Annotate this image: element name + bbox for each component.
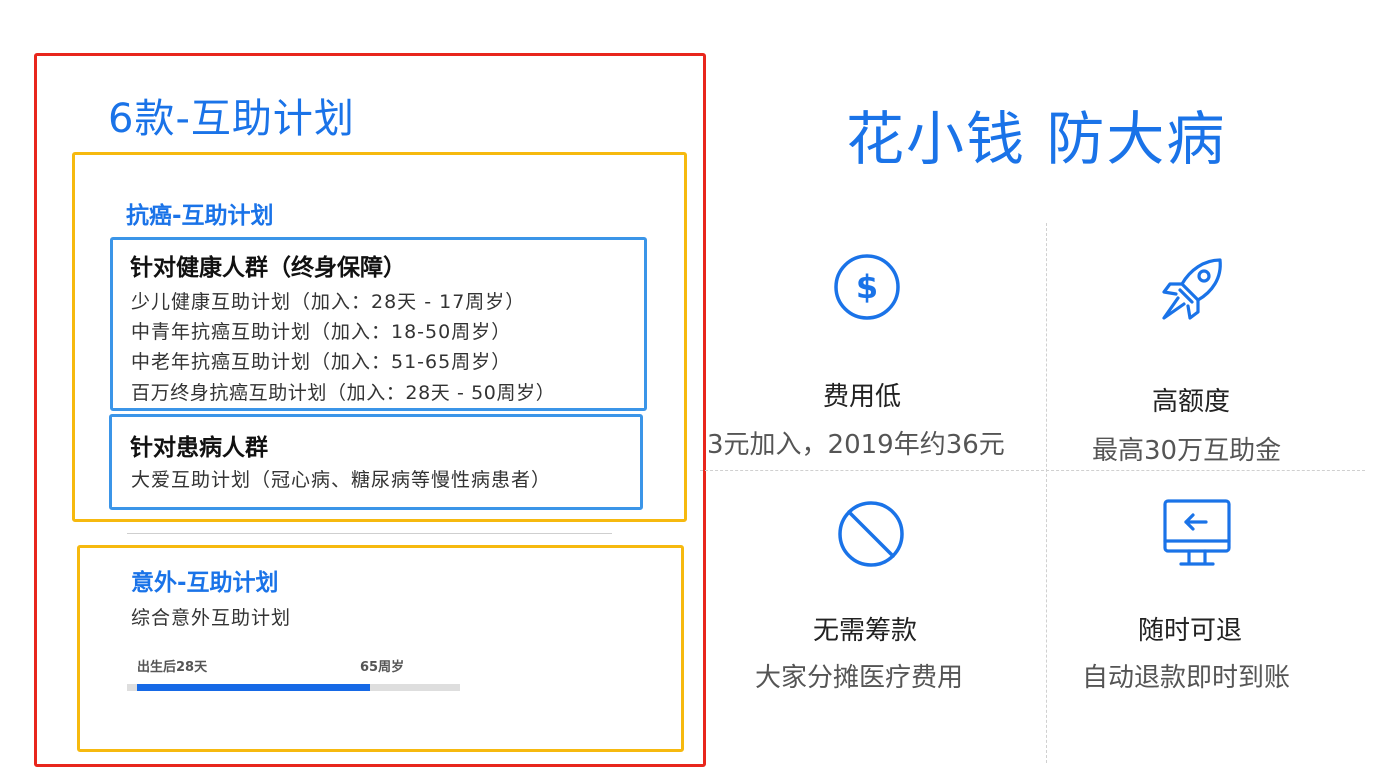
plan-item-comprehensive-accident: 综合意外互助计划 <box>131 607 292 629</box>
rocket-icon <box>1162 258 1222 320</box>
feature-title-no-fundraising: 无需筹款 <box>813 616 918 646</box>
plan-item-great-love: 大爱互助计划（冠心病、糖尿病等慢性病患者） <box>131 469 552 491</box>
plan-item-million-lifetime: 百万终身抗癌互助计划（加入：28天 - 50周岁） <box>131 382 556 404</box>
feature-grid-vertical-divider <box>1046 223 1047 763</box>
monitor-return-icon <box>1163 499 1231 566</box>
age-range-end-label: 65周岁 <box>360 660 405 675</box>
feature-grid-horizontal-divider <box>700 470 1365 471</box>
plans-panel-title: 6款-互助计划 <box>108 96 355 142</box>
slogan-heading: 花小钱 防大病 <box>846 105 1227 173</box>
feature-desc-no-fundraising: 大家分摊医疗费用 <box>755 663 964 693</box>
plan-item-child-health: 少儿健康互助计划（加入：28天 - 17周岁） <box>131 291 526 313</box>
accident-section-title: 意外-互助计划 <box>131 570 279 596</box>
feature-desc-refund-anytime: 自动退款即时到账 <box>1082 663 1291 693</box>
feature-title-high-amount: 高额度 <box>1152 387 1231 417</box>
no-entry-icon <box>838 501 904 567</box>
dollar-coin-icon: $ <box>834 254 900 320</box>
feature-desc-low-cost: 3元加入，2019年约36元 <box>707 430 1005 460</box>
cancer-section-title: 抗癌-互助计划 <box>126 203 274 229</box>
plan-item-youth-cancer: 中青年抗癌互助计划（加入：18-50周岁） <box>131 321 512 343</box>
section-divider <box>127 533 612 534</box>
feature-desc-high-amount: 最高30万互助金 <box>1092 436 1282 466</box>
feature-title-low-cost: 费用低 <box>823 382 902 412</box>
age-range-fill <box>137 684 370 691</box>
plan-item-senior-cancer: 中老年抗癌互助计划（加入：51-65周岁） <box>131 351 512 373</box>
feature-title-refund-anytime: 随时可退 <box>1138 616 1243 646</box>
svg-text:$: $ <box>856 268 878 306</box>
age-range-start-label: 出生后28天 <box>137 660 208 675</box>
healthy-group-heading: 针对健康人群（终身保障） <box>130 255 406 281</box>
patient-group-heading: 针对患病人群 <box>130 435 268 461</box>
